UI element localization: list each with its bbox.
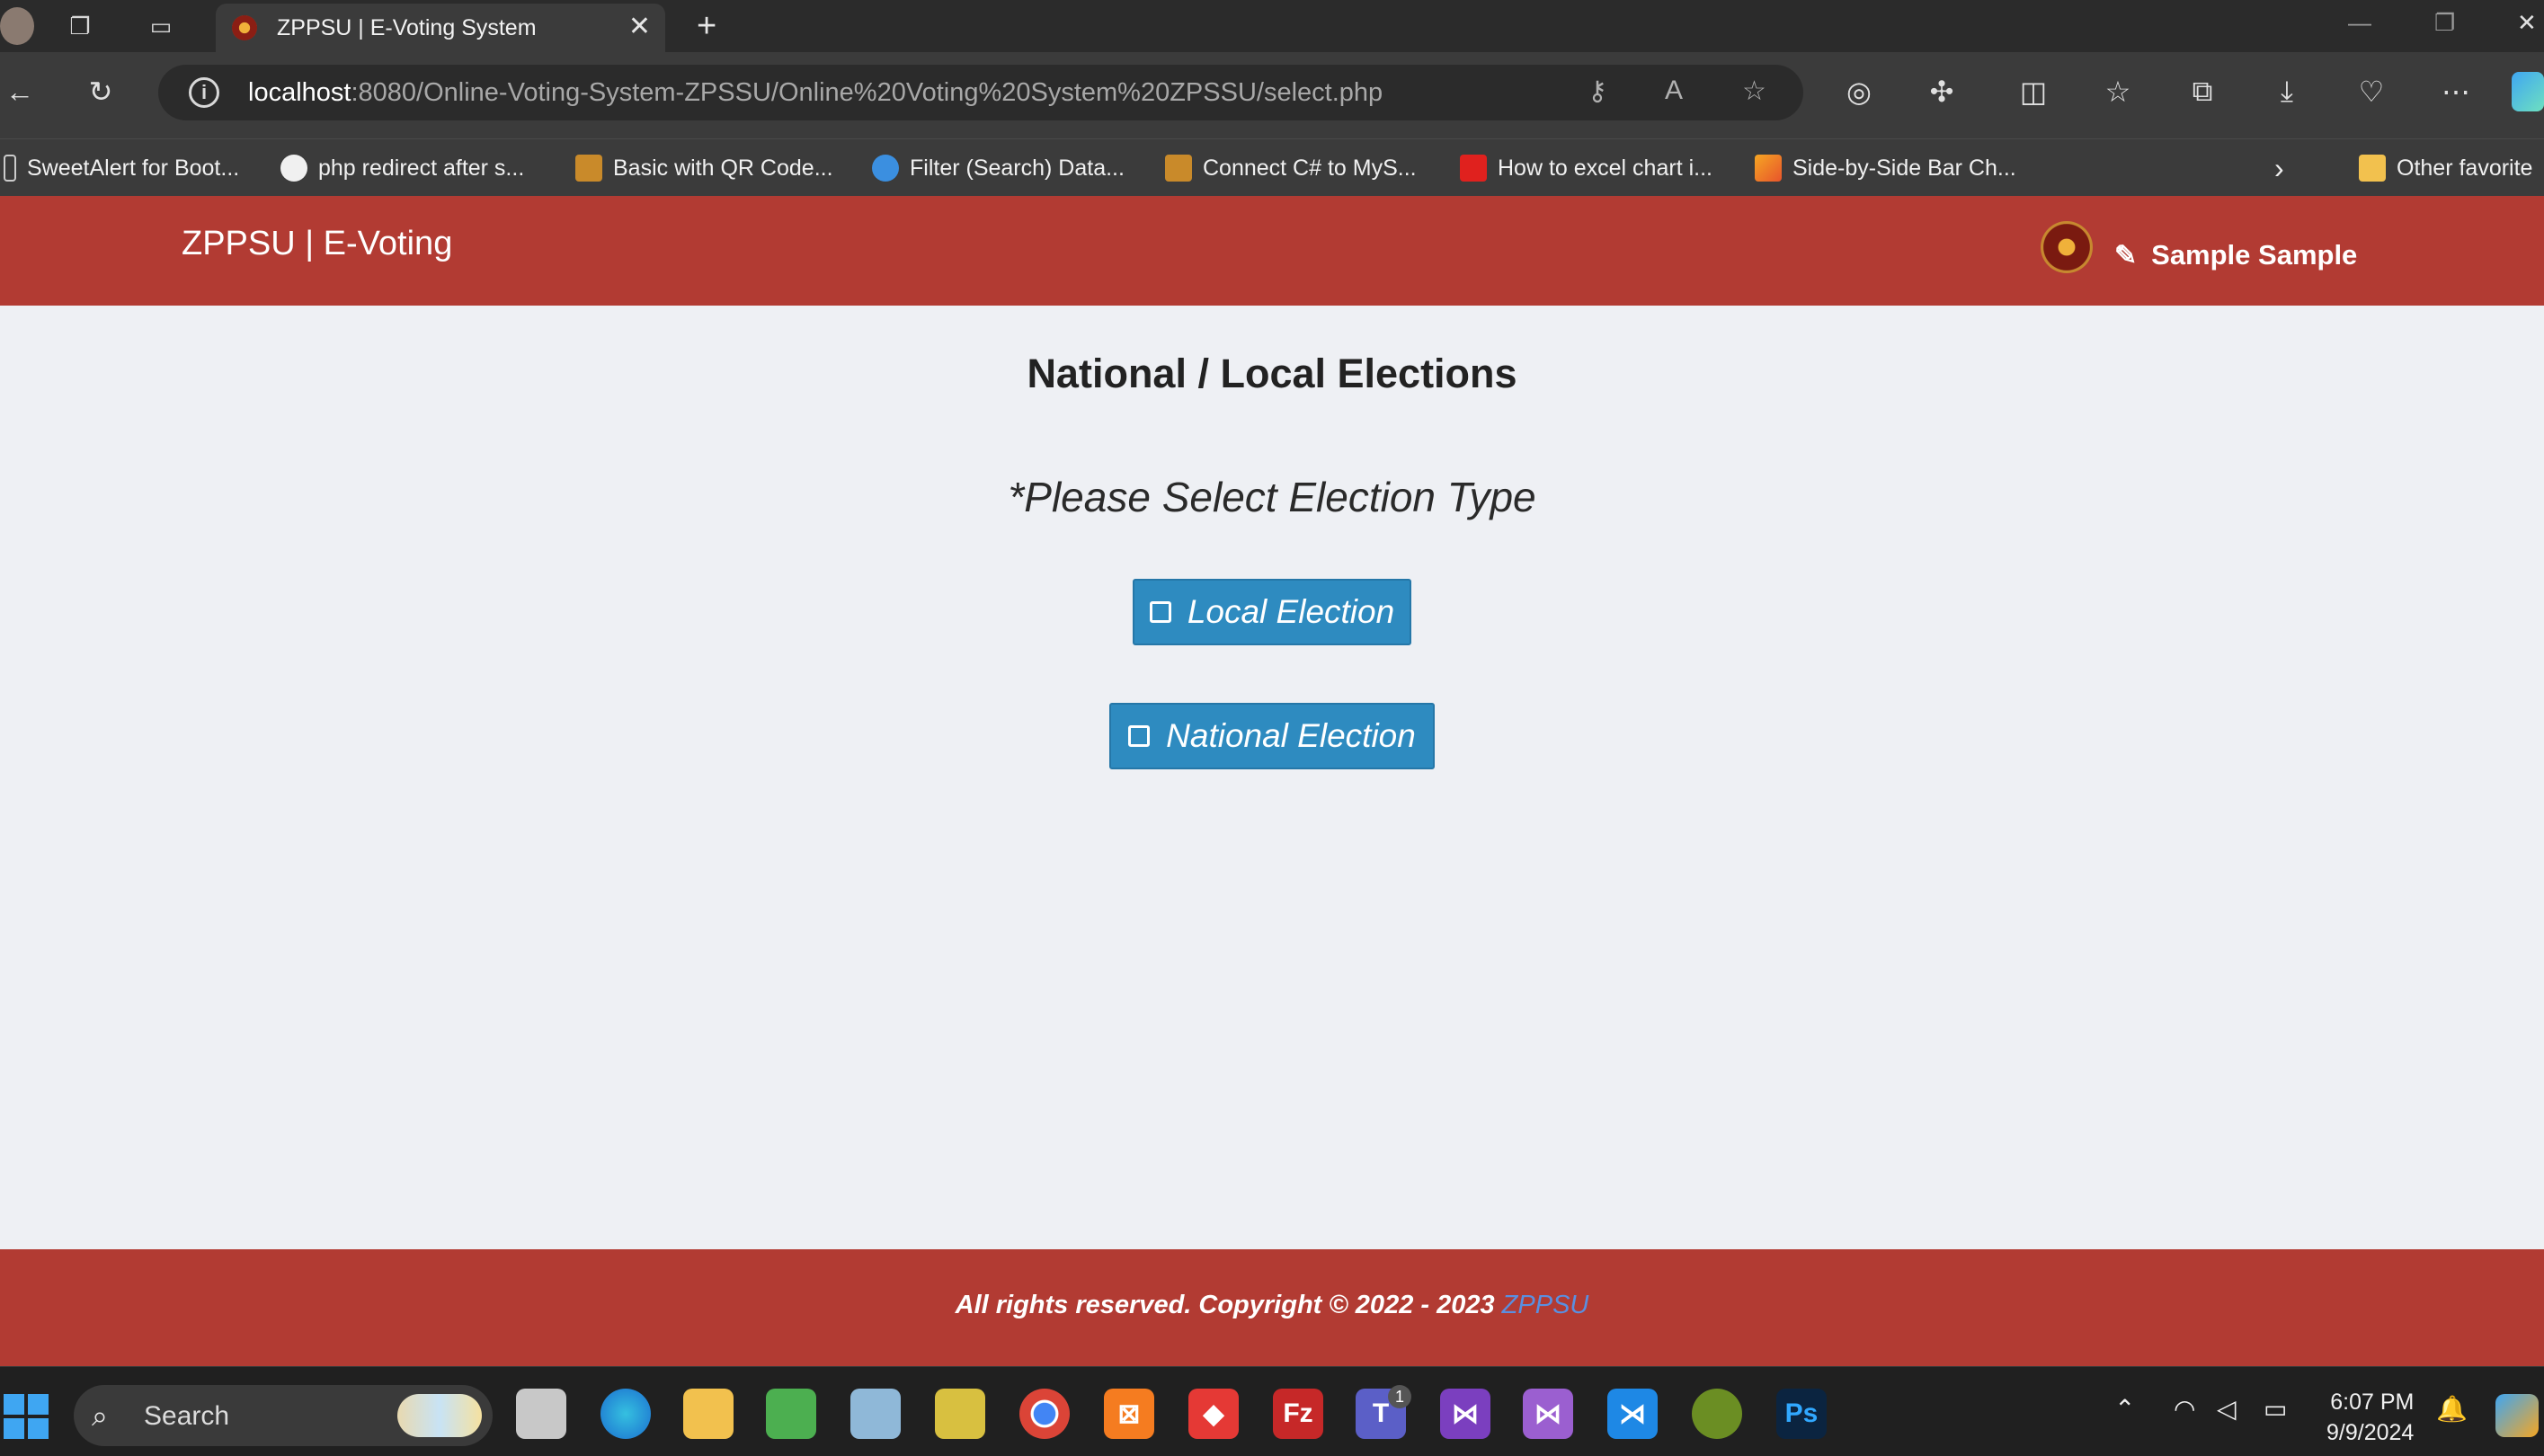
local-election-label: Local Election <box>1187 593 1395 630</box>
user-menu[interactable]: ✎ Sample Sample <box>2114 239 2357 271</box>
browser-essentials-icon[interactable]: ♡ <box>2352 72 2391 111</box>
site-icon <box>1165 155 1192 182</box>
show-hidden-icons[interactable]: ⌃ <box>2114 1394 2135 1424</box>
tab-favicon-icon <box>232 15 257 40</box>
national-election-label: National Election <box>1166 717 1416 754</box>
bookmark-item[interactable]: How to excel chart i... <box>1460 152 1712 184</box>
asp-icon <box>872 155 899 182</box>
windows-taskbar: ⌕ Search ⊠ ◆ Fz T 1 ⋈ ⋈ ⋊ Ps ⌃ ◠ ◁ ▭ 6:0… <box>0 1366 2544 1456</box>
select-prompt: *Please Select Election Type <box>1008 474 1536 520</box>
visual-studio-2-icon[interactable]: ⋈ <box>1523 1389 1573 1439</box>
bookmark-item[interactable]: php redirect after s... <box>280 152 524 184</box>
taskbar-search[interactable]: ⌕ Search <box>74 1385 493 1446</box>
minimize-icon[interactable]: — <box>2348 9 2371 37</box>
read-aloud-icon[interactable]: A <box>1665 75 1683 106</box>
file-explorer-icon[interactable] <box>683 1389 734 1439</box>
battery-icon[interactable]: ▭ <box>2264 1394 2287 1424</box>
close-window-icon[interactable]: ✕ <box>2517 9 2537 37</box>
favorite-star-icon[interactable]: ☆ <box>1742 75 1766 107</box>
local-election-button[interactable]: Local Election <box>1133 579 1411 645</box>
restore-icon[interactable]: ❐ <box>2434 9 2455 37</box>
n-icon <box>1460 155 1487 182</box>
zppsu-link[interactable]: ZPPSU <box>1502 1291 1589 1319</box>
chevron-right-icon[interactable]: › <box>2274 152 2284 184</box>
site-brand[interactable]: ZPPSU | E-Voting <box>182 225 452 263</box>
checkbox-icon <box>1128 725 1151 747</box>
bookmark-item[interactable]: Side-by-Side Bar Ch... <box>1755 152 2016 184</box>
snipping-tool-icon[interactable] <box>935 1389 985 1439</box>
clock-date: 9/9/2024 <box>2326 1420 2415 1445</box>
extensions-puzzle-icon[interactable]: ✣ <box>1922 72 1961 111</box>
zppsu-logo <box>2041 221 2093 273</box>
site-navbar: ZPPSU | E-Voting ✎ Sample Sample <box>0 196 2544 306</box>
site-icon <box>575 155 602 182</box>
tab-zppsu[interactable]: ZPPSU | E-Voting System ✕ <box>216 4 665 52</box>
edit-icon: ✎ <box>2114 240 2138 271</box>
profile-avatar[interactable] <box>0 7 34 45</box>
split-screen-icon[interactable]: ◫ <box>2014 72 2053 111</box>
url-text[interactable]: localhost:8080/Online-Voting-System-ZPSS… <box>248 78 1383 108</box>
checkbox-icon <box>1149 601 1171 623</box>
search-highlight-icon <box>397 1394 482 1437</box>
chart-icon <box>1755 155 1782 182</box>
key-icon[interactable]: ⚷ <box>1588 75 1607 107</box>
tab-title: ZPPSU | E-Voting System <box>277 15 537 40</box>
copilot-taskbar-icon[interactable] <box>2495 1394 2539 1437</box>
github-icon <box>280 155 307 182</box>
page-icon <box>4 155 16 182</box>
photoshop-icon[interactable]: Ps <box>1776 1389 1827 1439</box>
wifi-icon[interactable]: ◠ <box>2174 1394 2195 1424</box>
site-info-icon[interactable]: i <box>189 77 219 108</box>
search-icon: ⌕ <box>92 1399 108 1432</box>
site-footer: All rights reserved. Copyright © 2022 - … <box>0 1249 2544 1366</box>
national-election-button[interactable]: National Election <box>1109 703 1435 769</box>
extension-icon[interactable]: ◎ <box>1839 72 1879 111</box>
back-icon[interactable]: ← <box>0 72 40 111</box>
volume-icon[interactable]: ◁ <box>2217 1394 2237 1424</box>
xampp-icon[interactable]: ⊠ <box>1104 1389 1154 1439</box>
bookmark-item[interactable]: Connect C# to MyS... <box>1165 152 1417 184</box>
filezilla-icon[interactable]: Fz <box>1273 1389 1323 1439</box>
teams-badge: 1 <box>1388 1385 1411 1408</box>
more-menu-icon[interactable]: ⋯ <box>2436 72 2476 111</box>
vscode-icon[interactable]: ⋊ <box>1607 1389 1658 1439</box>
workspaces-icon[interactable]: ❐ <box>65 11 95 41</box>
browser-toolbar: ← ↻ i localhost:8080/Online-Voting-Syste… <box>0 52 2544 138</box>
taskbar-search-label: Search <box>144 1401 230 1431</box>
browser-tab-bar: ❐ ▭ ZPPSU | E-Voting System ✕ + — ❐ ✕ <box>0 0 2544 52</box>
downloads-icon[interactable]: ⤓ <box>2267 72 2307 111</box>
clock-time: 6:07 PM <box>2330 1389 2415 1415</box>
visual-studio-icon[interactable]: ⋈ <box>1440 1389 1490 1439</box>
anydesk-icon[interactable]: ◆ <box>1188 1389 1239 1439</box>
edge-icon[interactable] <box>600 1389 651 1439</box>
copyright-text: All rights reserved. Copyright © 2022 - … <box>955 1291 1589 1319</box>
refresh-icon[interactable]: ↻ <box>81 72 120 111</box>
page-title: National / Local Elections <box>1027 351 1517 396</box>
bookmark-item[interactable]: Basic with QR Code... <box>575 152 833 184</box>
favorites-icon[interactable]: ☆ <box>2098 72 2138 111</box>
app-green-icon[interactable] <box>1692 1389 1742 1439</box>
windows-start-icon[interactable] <box>4 1394 49 1439</box>
app-icon[interactable] <box>850 1389 901 1439</box>
user-name: Sample Sample <box>2151 239 2358 271</box>
tab-actions-icon[interactable]: ▭ <box>146 11 176 41</box>
bookmarks-bar: SweetAlert for Boot... php redirect afte… <box>0 138 2544 196</box>
notepad-plus-icon[interactable] <box>766 1389 816 1439</box>
folder-icon <box>2359 155 2386 182</box>
address-bar[interactable]: i localhost:8080/Online-Voting-System-ZP… <box>158 65 1803 120</box>
bookmark-item[interactable]: Filter (Search) Data... <box>872 152 1125 184</box>
new-tab-icon[interactable]: + <box>697 7 716 46</box>
bookmark-item[interactable]: SweetAlert for Boot... <box>4 152 239 184</box>
other-favorites[interactable]: Other favorite <box>2359 152 2532 184</box>
tab-close-icon[interactable]: ✕ <box>628 11 651 42</box>
notifications-bell-icon[interactable]: 🔔 <box>2436 1394 2468 1424</box>
system-clock[interactable]: 6:07 PM 9/9/2024 <box>2326 1387 2414 1448</box>
collections-icon[interactable]: ⧉ <box>2183 72 2222 111</box>
copilot-icon[interactable] <box>2512 72 2544 111</box>
chrome-icon[interactable] <box>1019 1389 1070 1439</box>
task-view-icon[interactable] <box>516 1389 566 1439</box>
